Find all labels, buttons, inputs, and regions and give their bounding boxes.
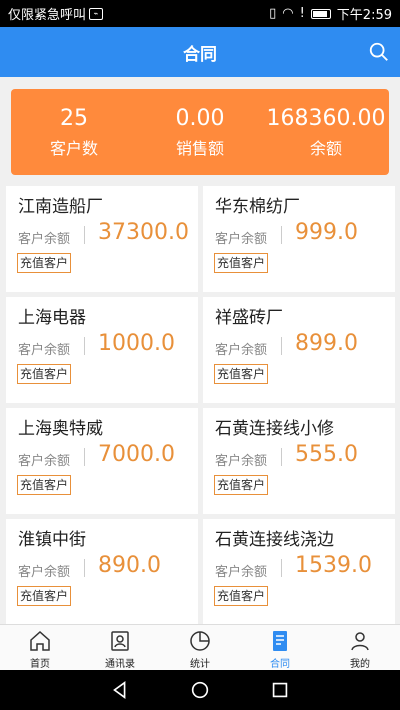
wifi-icon: ◠ <box>282 6 294 21</box>
balance-value: 37300.0 <box>98 220 189 245</box>
bottom-tab-bar: 首页 通讯录 统计 合同 我的 <box>0 624 400 670</box>
customer-tag: 充值客户 <box>17 475 72 495</box>
balance-stat: 168360.00 余额 <box>263 89 389 175</box>
summary-panel: 25 客户数 0.00 销售额 168360.00 余额 <box>11 89 389 175</box>
customer-tag: 充值客户 <box>214 253 269 273</box>
tab-label: 我的 <box>350 659 370 670</box>
usb-icon: ⌁ <box>89 7 104 20</box>
stat-label: 客户数 <box>49 138 98 158</box>
customer-card[interactable]: 祥盛砖厂 客户余额 899.0 充值客户 <box>203 297 395 403</box>
customer-name: 上海电器 <box>18 308 86 328</box>
pie-chart-icon <box>190 631 210 651</box>
divider <box>281 559 282 577</box>
user-icon <box>351 632 369 651</box>
home-icon <box>30 630 50 651</box>
status-bar: 仅限紧急呼叫 ⌁ ▯ ◠ ! 下午2:59 <box>0 0 400 27</box>
sales-stat: 0.00 销售额 <box>137 89 263 175</box>
balance-value: 555.0 <box>295 442 358 467</box>
balance-value: 1539.0 <box>295 553 372 578</box>
balance-value: 890.0 <box>98 553 161 578</box>
customer-card[interactable]: 石黄连接线浇边 客户余额 1539.0 充值客户 <box>203 519 395 625</box>
divider <box>281 337 282 355</box>
divider <box>84 559 85 577</box>
carrier-text: 仅限紧急呼叫 <box>8 8 87 23</box>
stat-value: 0.00 <box>175 105 225 131</box>
tab-label: 通讯录 <box>105 659 135 670</box>
search-icon[interactable] <box>368 41 390 63</box>
customer-name: 上海奥特威 <box>18 419 103 439</box>
balance-label: 客户余额 <box>18 232 71 247</box>
customer-tag: 充值客户 <box>17 364 72 384</box>
customer-name: 华东棉纺厂 <box>215 197 300 217</box>
balance-label: 客户余额 <box>215 565 268 580</box>
stat-label: 销售额 <box>175 138 224 158</box>
balance-label: 客户余额 <box>215 343 268 358</box>
contract-icon <box>273 631 287 651</box>
battery-icon <box>310 8 331 19</box>
customer-name: 石黄连接线小修 <box>215 419 334 439</box>
stat-value: 168360.00 <box>266 105 386 131</box>
tab-label: 统计 <box>190 659 210 670</box>
balance-label: 客户余额 <box>215 454 268 469</box>
customer-tag: 充值客户 <box>17 253 72 273</box>
recents-icon[interactable] <box>269 679 291 701</box>
page-title: 合同 <box>183 44 217 65</box>
customer-card[interactable]: 石黄连接线小修 客户余额 555.0 充值客户 <box>203 408 395 514</box>
tab-profile[interactable]: 我的 <box>320 625 400 670</box>
customer-card[interactable]: 上海电器 客户余额 1000.0 充值客户 <box>6 297 198 403</box>
customer-tag: 充值客户 <box>214 586 269 606</box>
sim-icon: ! <box>299 6 305 21</box>
balance-value: 999.0 <box>295 220 358 245</box>
customer-tag: 充值客户 <box>214 364 269 384</box>
balance-value: 1000.0 <box>98 331 175 356</box>
stat-value: 25 <box>60 105 88 131</box>
tab-statistics[interactable]: 统计 <box>160 625 240 670</box>
customer-name: 祥盛砖厂 <box>215 308 283 328</box>
customer-name: 石黄连接线浇边 <box>215 530 334 550</box>
stat-label: 余额 <box>309 138 342 158</box>
customer-card[interactable]: 华东棉纺厂 客户余额 999.0 充值客户 <box>203 186 395 292</box>
customer-tag: 充值客户 <box>214 475 269 495</box>
divider <box>84 226 85 244</box>
balance-label: 客户余额 <box>215 232 268 247</box>
balance-label: 客户余额 <box>18 343 71 358</box>
home-circle-icon[interactable] <box>189 679 211 701</box>
customer-name: 江南造船厂 <box>18 197 103 217</box>
back-icon[interactable] <box>109 679 131 701</box>
tab-contract[interactable]: 合同 <box>240 625 320 670</box>
balance-label: 客户余额 <box>18 454 71 469</box>
divider <box>84 337 85 355</box>
divider <box>84 448 85 466</box>
contacts-icon <box>111 631 129 651</box>
balance-value: 899.0 <box>295 331 358 356</box>
customer-name: 淮镇中街 <box>18 530 86 550</box>
tab-label: 合同 <box>270 659 290 670</box>
balance-label: 客户余额 <box>18 565 71 580</box>
balance-value: 7000.0 <box>98 442 175 467</box>
customer-card[interactable]: 淮镇中街 客户余额 890.0 充值客户 <box>6 519 198 625</box>
divider <box>281 448 282 466</box>
customer-count-stat: 25 客户数 <box>11 89 137 175</box>
divider <box>281 226 282 244</box>
customer-card[interactable]: 江南造船厂 客户余额 37300.0 充值客户 <box>6 186 198 292</box>
customer-card[interactable]: 上海奥特威 客户余额 7000.0 充值客户 <box>6 408 198 514</box>
tab-contacts[interactable]: 通讯录 <box>80 625 160 670</box>
customer-tag: 充值客户 <box>17 586 72 606</box>
system-nav-bar <box>0 670 400 710</box>
tab-home[interactable]: 首页 <box>0 625 80 670</box>
app-header: 合同 <box>0 27 400 77</box>
clock-text: 下午2:59 <box>336 8 392 23</box>
vibrate-icon: ▯ <box>269 6 277 21</box>
tab-label: 首页 <box>30 659 50 670</box>
